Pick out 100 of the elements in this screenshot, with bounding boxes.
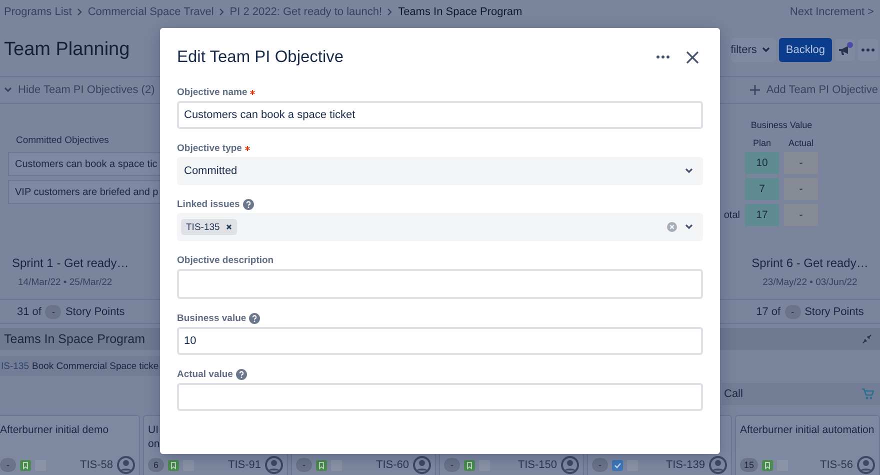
field-label: Linked issues	[177, 198, 240, 210]
avatar-icon	[117, 456, 135, 474]
story-points-label: Story Points	[804, 306, 864, 318]
hide-objectives-toggle[interactable]: Hide Team PI Objectives (2)	[4, 84, 155, 96]
issue-key: TIS-60	[376, 459, 409, 471]
objective-item[interactable]: VIP customers are briefed and p	[8, 180, 160, 204]
team-name: Teams In Space Program	[4, 332, 146, 346]
feature-title: Book Commercial Space ticke	[32, 360, 159, 372]
actual-value: -	[784, 152, 818, 174]
filters-button[interactable]: filters	[730, 38, 776, 62]
field-label: Objective name	[177, 86, 248, 98]
story-points-count: 31 of	[17, 306, 42, 318]
avatar-icon	[709, 456, 727, 474]
issue-key-link[interactable]: IS-135	[1, 360, 29, 372]
square-icon	[479, 460, 490, 470]
field-label: Objective description	[177, 254, 274, 266]
field-label: Business value	[177, 312, 246, 324]
card-title: UI on	[148, 423, 161, 451]
breadcrumb-link[interactable]: PI 2 2022: Get ready to launch!	[230, 6, 382, 18]
feature-title: Call	[724, 388, 743, 400]
more-icon[interactable]	[656, 55, 670, 59]
card-title: Afterburner initial demo	[0, 423, 110, 437]
breadcrumb-link[interactable]: Programs List	[4, 6, 72, 18]
text-input[interactable]: 10	[177, 327, 703, 355]
plan-value: 7	[745, 178, 779, 200]
backlog-button[interactable]: Backlog	[778, 38, 832, 62]
next-increment-link[interactable]: Next Increment >	[790, 6, 874, 18]
remove-icon	[226, 224, 232, 230]
actual-value: -	[784, 178, 818, 200]
more-icon	[861, 48, 875, 52]
issue-key: TIS-150	[518, 459, 557, 471]
checkbox-icon	[612, 460, 623, 470]
sprint-name: Sprint 1 - Get ready…	[12, 256, 129, 270]
chevron-down-icon	[685, 224, 693, 230]
announcement-button[interactable]	[835, 39, 855, 61]
bookmark-icon	[316, 460, 327, 470]
collapse-icon	[862, 334, 872, 344]
close-icon[interactable]	[686, 50, 699, 64]
chevron-right-icon	[218, 8, 225, 16]
breadcrumb-link[interactable]: Teams In Space Program	[398, 6, 522, 18]
points-pill: -	[0, 458, 16, 472]
points-pill: -	[444, 458, 460, 472]
field-label: Actual value	[177, 368, 233, 380]
chevron-down-icon	[762, 47, 770, 53]
bookmark-icon	[762, 460, 774, 470]
points-pill: 6	[148, 458, 164, 472]
avatar-icon	[265, 456, 283, 474]
cart-icon	[862, 388, 874, 400]
objective-item[interactable]: Customers can book a space tic	[8, 152, 160, 176]
bookmark-icon	[168, 460, 179, 470]
capacity-pill: -	[45, 304, 62, 318]
clear-icon	[667, 222, 677, 232]
select-field[interactable]: Committed	[177, 157, 703, 185]
business-value-heading: Business Value	[750, 120, 814, 132]
issue-key: TIS-56	[820, 459, 853, 471]
column-header: Actual	[787, 138, 814, 148]
text-input[interactable]	[177, 383, 703, 411]
points-pill: -	[592, 458, 608, 472]
breadcrumb-link[interactable]: Commercial Space Travel	[88, 6, 214, 18]
dialog-title: Edit Team PI Objective	[177, 48, 344, 66]
story-points-count: 17 of	[756, 306, 781, 318]
issue-tag[interactable]: TIS-135	[181, 219, 237, 235]
megaphone-icon	[837, 42, 853, 58]
story-points-label: Story Points	[65, 306, 125, 318]
issue-key: TIS-139	[666, 459, 705, 471]
points-pill: -	[296, 458, 312, 472]
avatar-icon	[857, 456, 875, 474]
issue-key: TIS-91	[228, 459, 261, 471]
more-button[interactable]	[858, 39, 878, 61]
multi-select-field[interactable]: TIS-135	[177, 213, 703, 241]
field-label: Objective type	[177, 142, 242, 154]
text-input[interactable]: Customers can book a space ticket	[177, 101, 703, 129]
plus-icon	[750, 85, 760, 95]
page-title: Team Planning	[4, 39, 130, 61]
actual-value: -	[784, 204, 818, 226]
committed-objectives-heading: Committed Objectives	[15, 135, 110, 146]
square-icon	[331, 460, 342, 470]
chevron-right-icon	[76, 8, 83, 16]
issue-card[interactable]: Afterburner initial demo - TIS-58	[0, 415, 140, 475]
chevron-down-icon	[685, 168, 693, 174]
bookmark-icon	[20, 460, 31, 470]
plan-value: 10	[745, 152, 779, 174]
column-header: Plan	[752, 138, 772, 148]
sprint-dates: 23/May/22 • 03/Jun/22	[762, 277, 858, 288]
bookmark-icon	[464, 460, 475, 470]
square-icon	[627, 460, 638, 470]
capacity-pill: -	[784, 304, 801, 318]
total-label: otal	[724, 210, 740, 220]
issue-key: TIS-58	[80, 459, 113, 471]
issue-card[interactable]: Afterburner initial automation 15 TIS-56	[735, 415, 880, 475]
add-objective-link[interactable]: Add Team PI Objective	[750, 84, 878, 96]
plan-value: 17	[745, 204, 779, 226]
avatar-icon	[413, 456, 431, 474]
card-title: Afterburner initial automation	[740, 423, 875, 437]
sprint-dates: 14/Mar/22 • 25/Mar/22	[17, 277, 112, 288]
sprint-name: Sprint 6 - Get ready…	[752, 256, 868, 270]
chevron-down-icon	[4, 87, 12, 93]
chevron-right-icon	[387, 8, 394, 16]
points-pill: 15	[740, 458, 758, 472]
square-icon	[183, 460, 194, 470]
